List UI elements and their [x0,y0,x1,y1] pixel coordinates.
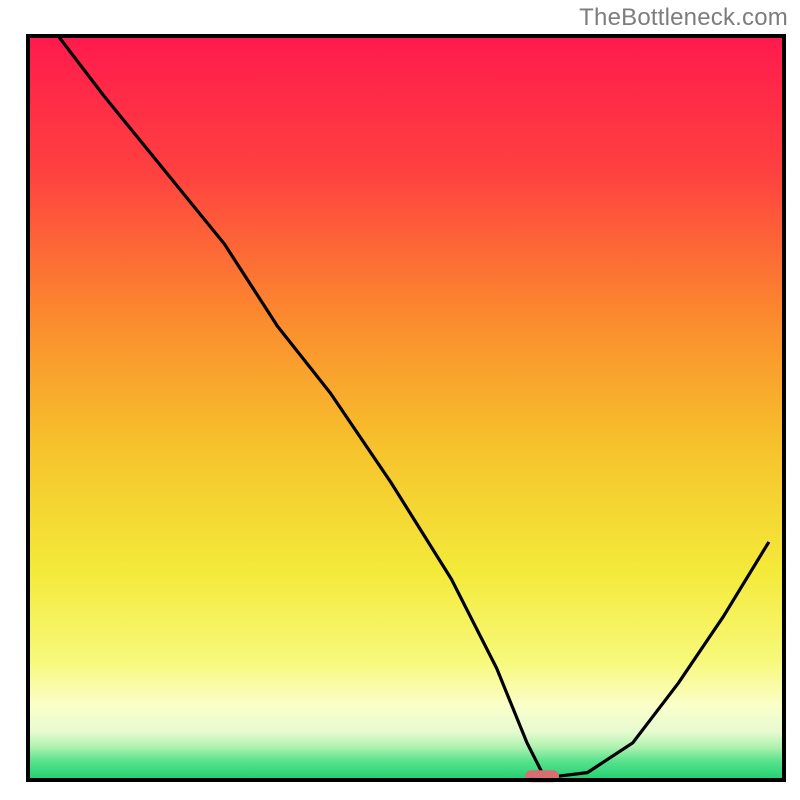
plot-background [28,36,784,780]
chart-container: { "watermark": "TheBottleneck.com", "col… [0,0,800,800]
chart-svg [0,0,800,800]
